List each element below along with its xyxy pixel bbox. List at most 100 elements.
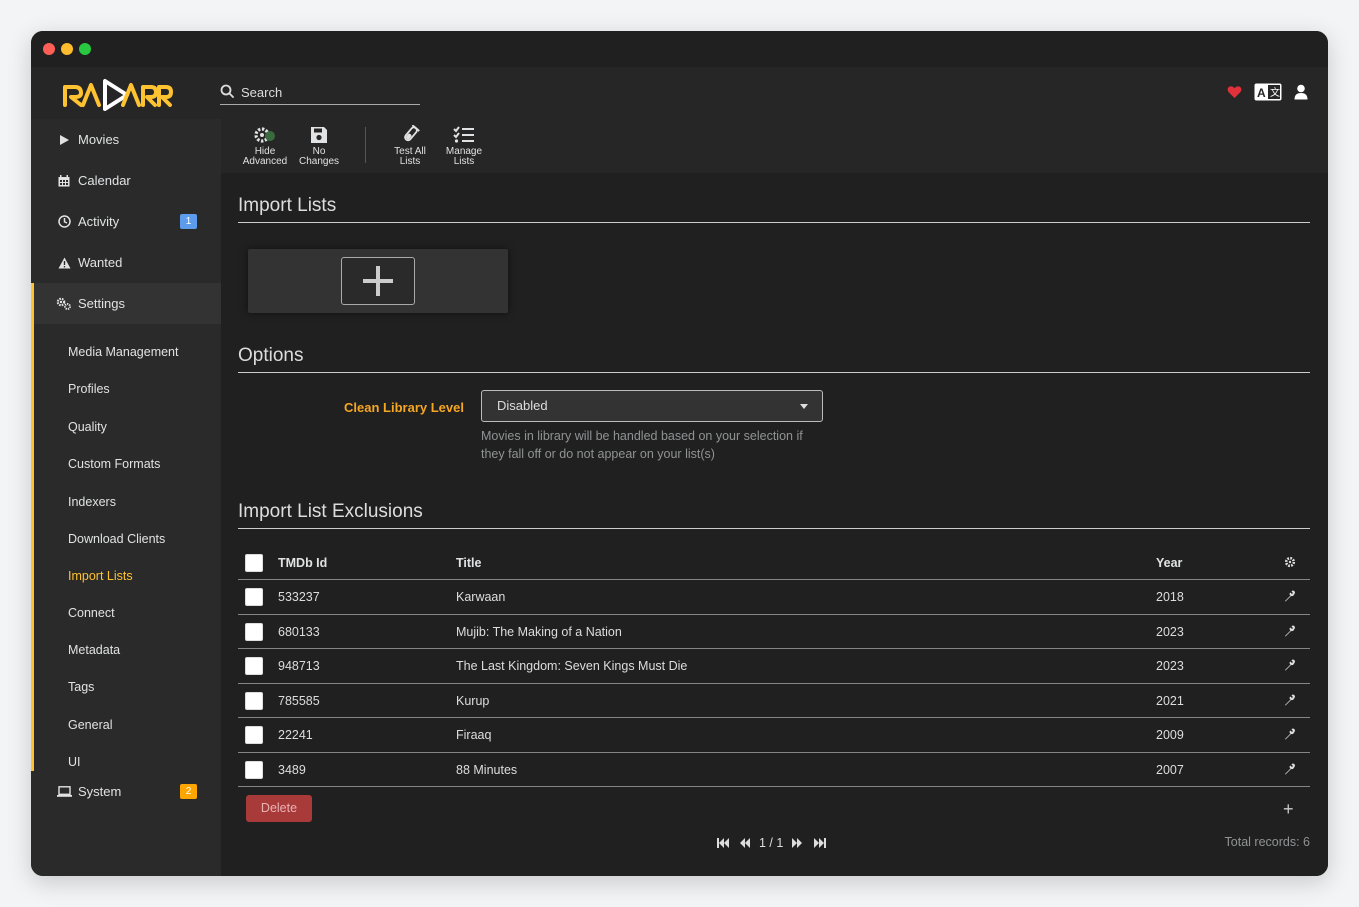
header-actions: A文: [1227, 83, 1308, 101]
system-count-badge: 2: [180, 784, 197, 799]
tmdb-id-cell: 785585: [278, 693, 320, 708]
no-changes-label-2: Changes: [298, 156, 340, 167]
sidebar-subitem-general[interactable]: General: [31, 706, 221, 743]
radarr-logo[interactable]: [61, 75, 173, 113]
sidebar-subitem-media-management[interactable]: Media Management: [31, 333, 221, 370]
test-all-label-2: Lists: [399, 156, 421, 167]
first-page-icon[interactable]: [715, 835, 731, 851]
row-checkbox[interactable]: [245, 691, 263, 710]
sidebar-subitem-tags[interactable]: Tags: [31, 668, 221, 705]
title-cell: Mujib: The Making of a Nation: [456, 624, 622, 639]
cog-toggle-icon: [254, 127, 275, 143]
table-row: 533237 Karwaan 2018: [238, 580, 1310, 615]
title-cell: 88 Minutes: [456, 762, 518, 777]
sidebar-item-activity[interactable]: Activity 1: [31, 201, 221, 242]
add-import-list-button[interactable]: [341, 257, 415, 305]
sidebar: Movies Calendar Activity 1 Wanted Settin…: [31, 119, 221, 876]
import-lists-heading: Import Lists: [238, 195, 1310, 223]
minimize-window-button[interactable]: [61, 43, 73, 55]
sidebar-item-wanted[interactable]: Wanted: [31, 242, 221, 283]
clean-library-level-select[interactable]: Disabled: [481, 390, 823, 422]
wrench-icon[interactable]: [1284, 763, 1296, 778]
sidebar-subitem-indexers[interactable]: Indexers: [31, 483, 221, 520]
add-import-list-card[interactable]: [248, 249, 508, 313]
toolbar-separator: [365, 127, 366, 163]
manage-lists-button[interactable]: Manage Lists: [437, 125, 491, 169]
tmdb-id-cell: 680133: [278, 624, 320, 639]
sidebar-item-movies[interactable]: Movies: [31, 119, 221, 160]
tmdb-id-cell: 3489: [278, 762, 306, 777]
column-header-year[interactable]: Year: [1156, 556, 1182, 570]
zoom-window-button[interactable]: [79, 43, 91, 55]
sidebar-item-label: Wanted: [78, 255, 123, 270]
sidebar-item-label: Movies: [78, 132, 120, 147]
import-list-exclusions-heading: Import List Exclusions: [238, 501, 1310, 529]
cogs-icon: [56, 296, 72, 312]
year-cell: 2023: [1156, 624, 1184, 639]
save-changes-button[interactable]: No Changes: [292, 125, 346, 169]
vial-icon: [404, 125, 420, 142]
sidebar-item-calendar[interactable]: Calendar: [31, 160, 221, 201]
pagination: 1 / 1: [715, 835, 827, 851]
row-checkbox[interactable]: [245, 657, 263, 675]
hide-advanced-label-2: Advanced: [242, 156, 288, 167]
delete-button[interactable]: Delete: [246, 795, 312, 822]
user-icon[interactable]: [1294, 84, 1308, 100]
table-row: 22241 Firaaq 2009: [238, 718, 1310, 753]
plus-icon: [363, 266, 393, 296]
wrench-icon[interactable]: [1284, 625, 1296, 640]
table-row: 948713 The Last Kingdom: Seven Kings Must…: [238, 649, 1310, 684]
heart-icon[interactable]: [1227, 85, 1242, 99]
exclusions-table: TMDb Id Title Year 533237 Karwaan 2018 6801…: [238, 546, 1310, 787]
select-all-checkbox[interactable]: [245, 554, 263, 572]
clean-library-help-text: Movies in library will be handled based …: [481, 429, 803, 461]
sidebar-subitem-custom-formats[interactable]: Custom Formats: [31, 445, 221, 482]
wrench-icon[interactable]: [1284, 659, 1296, 674]
clock-icon: [56, 214, 72, 230]
add-exclusion-plus-icon[interactable]: +: [1283, 799, 1294, 820]
sidebar-subitem-quality[interactable]: Quality: [31, 408, 221, 445]
sidebar-subitem-metadata[interactable]: Metadata: [31, 631, 221, 668]
hide-advanced-button[interactable]: Hide Advanced: [238, 125, 292, 169]
table-options-gear-icon[interactable]: [1284, 556, 1296, 571]
tmdb-id-cell: 22241: [278, 728, 313, 742]
row-checkbox[interactable]: [245, 588, 263, 606]
row-checkbox[interactable]: [245, 760, 263, 779]
total-records: Total records: 6: [1224, 835, 1310, 849]
options-heading: Options: [238, 345, 1310, 373]
translate-icon[interactable]: A文: [1254, 83, 1282, 101]
row-checkbox[interactable]: [245, 726, 263, 744]
column-header-tmdb-id[interactable]: TMDb Id: [278, 556, 327, 570]
last-page-icon[interactable]: [811, 835, 827, 851]
test-all-lists-button[interactable]: Test All Lists: [383, 125, 437, 169]
next-page-icon[interactable]: [789, 835, 805, 851]
close-window-button[interactable]: [43, 43, 55, 55]
clean-library-level-value: Disabled: [497, 398, 548, 413]
year-cell: 2007: [1156, 762, 1184, 777]
svg-text:A: A: [1257, 86, 1266, 100]
title-cell: Firaaq: [456, 728, 492, 742]
wrench-icon[interactable]: [1284, 694, 1296, 709]
previous-page-icon[interactable]: [737, 835, 753, 851]
page-toolbar: Hide Advanced No Changes Test All Lists …: [221, 119, 1328, 173]
wrench-icon[interactable]: [1284, 728, 1296, 743]
wrench-icon[interactable]: [1284, 590, 1296, 605]
column-header-title[interactable]: Title: [456, 556, 481, 570]
page-indicator: 1 / 1: [759, 836, 784, 850]
activity-count-badge: 1: [180, 214, 197, 229]
table-body: 533237 Karwaan 2018 680133 Mujib: The Making…: [238, 580, 1310, 787]
sidebar-item-label: Settings: [78, 296, 125, 311]
sidebar-item-system[interactable]: System 2: [31, 771, 221, 812]
sidebar-item-label: Activity: [78, 214, 120, 229]
sidebar-item-settings[interactable]: Settings: [31, 283, 221, 324]
search-input[interactable]: [241, 81, 419, 103]
sidebar-subitem-connect[interactable]: Connect: [31, 594, 221, 631]
title-cell: Kurup: [456, 693, 490, 708]
search-box: [220, 81, 420, 105]
sidebar-subitem-download-clients[interactable]: Download Clients: [31, 520, 221, 557]
sidebar-subitem-profiles[interactable]: Profiles: [31, 370, 221, 407]
tmdb-id-cell: 948713: [278, 659, 320, 673]
row-checkbox[interactable]: [245, 622, 263, 641]
sidebar-subitem-import-lists[interactable]: Import Lists: [31, 557, 221, 594]
app-window: A文 Movies Calendar Activity 1 Wanted Set…: [31, 31, 1328, 876]
